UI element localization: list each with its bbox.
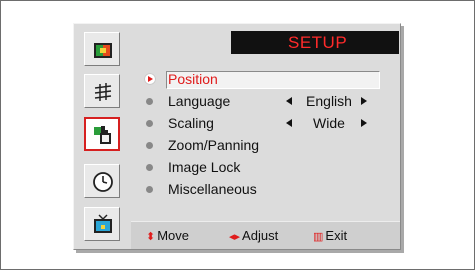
menu-title: SETUP	[288, 33, 348, 52]
bullet-icon	[146, 164, 153, 171]
menu-item-label: Image Lock	[168, 159, 241, 175]
left-arrow-icon[interactable]	[286, 119, 292, 127]
menu-item-label: Position	[168, 71, 218, 87]
bullet-icon	[146, 120, 153, 127]
selected-arrow-icon	[144, 73, 156, 85]
menu-item-miscellaneous[interactable]: Miscellaneous	[146, 180, 396, 200]
footer-adjust-label: Adjust	[242, 228, 279, 243]
hand-setup-icon	[94, 126, 111, 144]
up-down-arrow-icon: ⬍	[146, 231, 156, 243]
left-arrow-icon[interactable]	[286, 97, 292, 105]
menu-title-bar: SETUP	[231, 31, 399, 54]
bullet-icon	[146, 98, 153, 105]
menu-item-scaling[interactable]: Scaling Wide	[146, 114, 396, 134]
right-arrow-icon[interactable]	[361, 97, 367, 105]
category-input[interactable]	[84, 207, 120, 241]
tv-input-icon	[94, 214, 112, 233]
category-setup[interactable]	[84, 117, 120, 151]
left-right-arrow-icon: ◂▸	[229, 231, 241, 243]
clock-icon	[93, 172, 113, 192]
footer-exit-label: Exit	[325, 228, 348, 243]
menu-item-language[interactable]: Language English	[146, 92, 396, 112]
footer-move-label: Move	[157, 228, 190, 243]
tv-picture-icon	[94, 43, 112, 58]
category-picture[interactable]	[84, 32, 120, 66]
scaling-value: Wide	[313, 115, 345, 131]
menu-item-label: Scaling	[168, 115, 214, 131]
menu-item-position[interactable]: Position	[144, 70, 396, 90]
footer-exit[interactable]: ▥ Exit	[313, 228, 347, 243]
category-time[interactable]	[84, 164, 120, 198]
footer-adjust: ◂▸ Adjust	[229, 228, 278, 243]
bullet-icon	[146, 186, 153, 193]
menu-item-zoom-panning[interactable]: Zoom/Panning	[146, 136, 396, 156]
sound-icon	[94, 83, 112, 101]
right-arrow-icon[interactable]	[361, 119, 367, 127]
setup-menu-panel: SETUP Position Language English Scaling …	[73, 23, 401, 250]
category-sidebar	[74, 24, 131, 249]
menu-item-label: Language	[168, 93, 231, 109]
language-value: English	[306, 93, 352, 109]
footer-move: ⬍ Move	[146, 228, 189, 243]
menu-footer: ⬍ Move ◂▸ Adjust ▥ Exit	[131, 221, 400, 249]
menu-item-label: Miscellaneous	[168, 181, 257, 197]
category-sound[interactable]	[84, 74, 120, 108]
menu-item-image-lock[interactable]: Image Lock	[146, 158, 396, 178]
menu-exit-icon: ▥	[313, 231, 324, 243]
bullet-icon	[146, 142, 153, 149]
menu-item-label: Zoom/Panning	[168, 137, 260, 153]
